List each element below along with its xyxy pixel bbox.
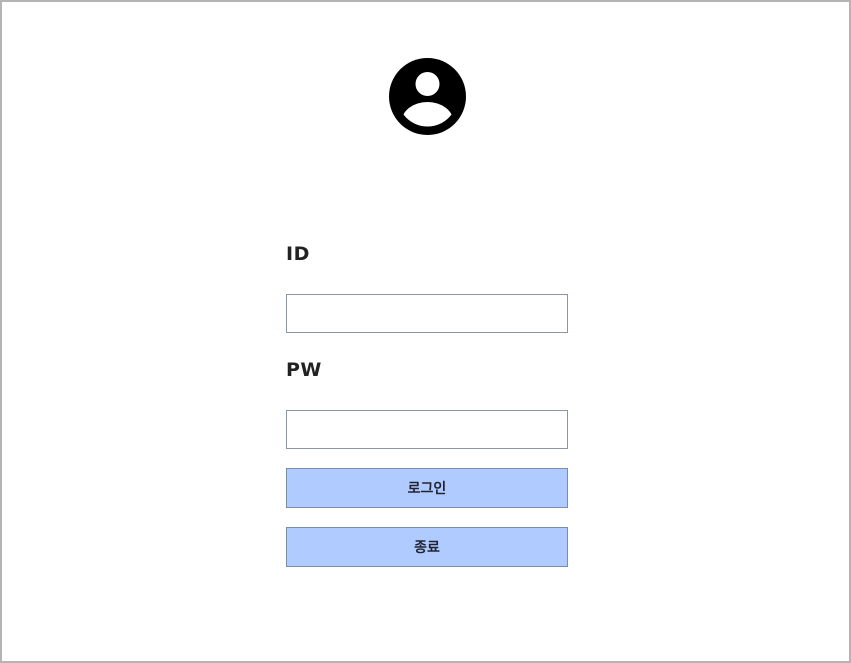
pw-label: PW — [286, 359, 322, 381]
login-button[interactable]: 로그인 — [286, 468, 568, 508]
user-circle-icon — [389, 58, 466, 135]
exit-button[interactable]: 종료 — [286, 527, 568, 567]
login-window: ID PW 로그인 종료 — [0, 0, 851, 663]
id-input[interactable] — [286, 294, 568, 333]
pw-input[interactable] — [286, 410, 568, 449]
user-avatar-icon — [389, 58, 466, 135]
id-label: ID — [286, 243, 310, 265]
